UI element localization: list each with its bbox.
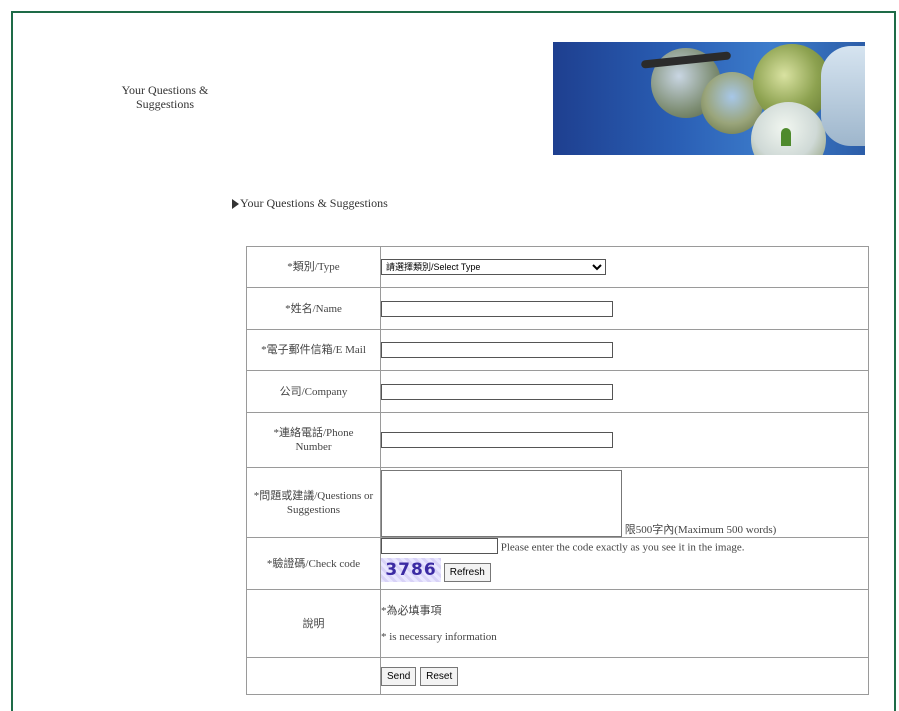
questions-limit: 限500字內(Maximum 500 words) [624, 524, 777, 536]
check-label: *驗證碼/Check code [246, 537, 381, 590]
phone-cell [380, 412, 869, 468]
note-label: 說明 [246, 589, 381, 658]
questions-label-text: *問題或建議/Questions or Suggestions [253, 489, 374, 516]
questions-textarea[interactable] [381, 470, 622, 537]
banner-wind-turbine [821, 46, 865, 146]
note-cell: *為必填事項 * is necessary information [380, 589, 869, 658]
side-title: Your Questions & Suggestions [121, 83, 209, 111]
bullet-icon [232, 198, 239, 209]
name-cell [380, 287, 869, 330]
reset-button[interactable]: Reset [420, 666, 459, 686]
email-label: *電子郵件信箱/E Mail [246, 329, 381, 371]
questions-label: *問題或建議/Questions or Suggestions [246, 467, 381, 538]
banner-image [553, 42, 865, 155]
questions-cell: 限500字內(Maximum 500 words) [380, 467, 869, 538]
suggestion-form: *類別/Type 請選擇類別/Select Type *姓名/Name *電子郵… [246, 246, 869, 695]
type-select[interactable]: 請選擇類別/Select Type [381, 259, 606, 275]
captcha-image: 3786 [381, 558, 441, 582]
refresh-button[interactable]: Refresh [443, 563, 491, 582]
captcha-hint: Please enter the code exactly as you see… [500, 541, 745, 554]
row-name: *姓名/Name [246, 287, 869, 330]
send-button[interactable]: Send [381, 666, 417, 686]
email-input[interactable] [381, 342, 613, 358]
company-label: 公司/Company [246, 370, 381, 413]
type-cell: 請選擇類別/Select Type [380, 246, 869, 288]
phone-label-text: *連絡電話/Phone Number [273, 427, 354, 453]
captcha-input[interactable] [381, 538, 498, 554]
check-cell: Please enter the code exactly as you see… [380, 537, 869, 590]
row-note: 說明 *為必填事項 * is necessary information [246, 589, 869, 658]
row-questions: *問題或建議/Questions or Suggestions 限500字內(M… [246, 467, 869, 538]
email-cell [380, 329, 869, 371]
phone-label: *連絡電話/Phone Number [246, 412, 381, 468]
phone-input[interactable] [381, 432, 613, 448]
section-heading-text: Your Questions & Suggestions [240, 196, 388, 210]
note-line-1: *為必填事項 [381, 604, 442, 617]
company-input[interactable] [381, 383, 613, 400]
row-email: *電子郵件信箱/E Mail [246, 329, 869, 371]
row-check-code: *驗證碼/Check code Please enter the code ex… [246, 537, 869, 590]
row-phone: *連絡電話/Phone Number [246, 412, 869, 468]
type-label: *類別/Type [246, 246, 381, 288]
row-type: *類別/Type 請選擇類別/Select Type [246, 246, 869, 288]
name-input[interactable] [381, 300, 613, 317]
row-company: 公司/Company [246, 370, 869, 413]
section-heading: Your Questions & Suggestions [232, 196, 388, 211]
name-label: *姓名/Name [246, 287, 381, 330]
company-cell [380, 370, 869, 413]
banner-sprout-icon [781, 128, 791, 146]
actions-label-empty [246, 657, 381, 695]
note-line-2: * is necessary information [381, 630, 497, 643]
row-actions: Send Reset [246, 657, 869, 695]
actions-cell: Send Reset [380, 657, 869, 695]
